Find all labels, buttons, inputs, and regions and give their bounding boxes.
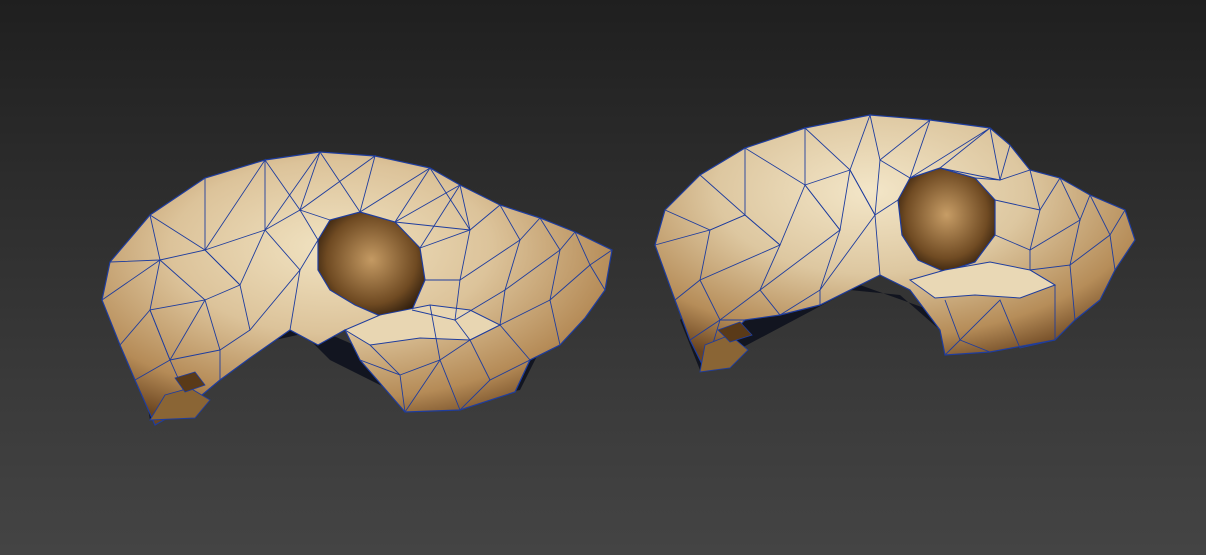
skull-model-right[interactable] (0, 0, 1206, 555)
3d-viewport[interactable] (0, 0, 1206, 555)
